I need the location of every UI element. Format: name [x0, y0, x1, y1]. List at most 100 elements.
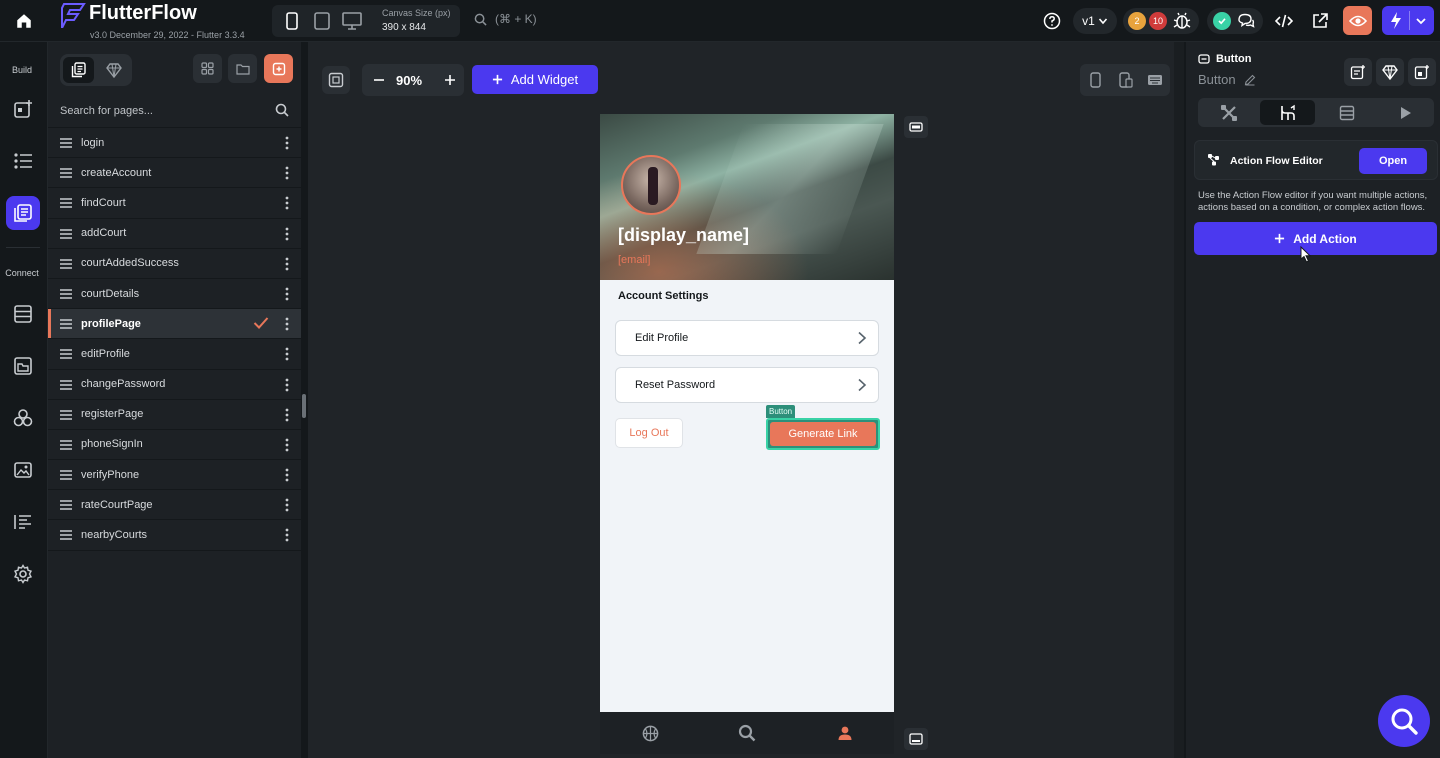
log-out-button[interactable]: Log Out [615, 418, 683, 448]
help-button[interactable] [1040, 9, 1064, 33]
split-view-icon[interactable] [1117, 71, 1135, 89]
widget-tree-button[interactable] [6, 92, 40, 126]
version-select[interactable]: v1 [1073, 8, 1117, 34]
drag-handle-icon[interactable] [59, 470, 73, 480]
more-options-icon[interactable] [285, 498, 289, 512]
bottom-bar-toggle[interactable] [904, 728, 928, 750]
tab-properties[interactable] [1201, 100, 1256, 125]
page-item[interactable]: createAccount [48, 158, 301, 189]
desktop-device-icon[interactable] [342, 11, 362, 31]
fit-to-screen-button[interactable] [322, 66, 350, 94]
page-item[interactable]: courtDetails [48, 279, 301, 310]
phone-device-icon[interactable] [282, 11, 302, 31]
more-options-icon[interactable] [285, 257, 289, 271]
canvas-size-value[interactable]: 390 x 844 [382, 22, 426, 33]
drag-handle-icon[interactable] [59, 530, 73, 541]
page-item[interactable]: nearbyCourts [48, 520, 301, 551]
drag-handle-icon[interactable] [59, 138, 73, 148]
drag-handle-icon[interactable] [59, 168, 73, 178]
tab-actions[interactable] [1260, 100, 1315, 125]
collaboration-status[interactable] [1207, 8, 1263, 34]
tab-pages[interactable] [63, 57, 94, 83]
tab-components[interactable] [98, 57, 129, 83]
media-assets-button[interactable] [6, 453, 40, 487]
issues-indicator[interactable]: 2 10 [1123, 8, 1199, 34]
reset-password-card[interactable]: Reset Password [615, 367, 879, 403]
page-item[interactable]: verifyPhone [48, 460, 301, 491]
more-options-icon[interactable] [285, 196, 289, 210]
page-item[interactable]: login [48, 128, 301, 159]
tablet-device-icon[interactable] [312, 11, 332, 31]
search-icon[interactable] [737, 723, 757, 743]
page-item[interactable]: findCourt [48, 188, 301, 219]
more-options-icon[interactable] [285, 166, 289, 180]
add-page-button[interactable] [264, 54, 293, 83]
edit-profile-card[interactable]: Edit Profile [615, 320, 879, 356]
profile-icon[interactable] [835, 723, 855, 743]
email-text[interactable]: [email] [618, 254, 650, 266]
more-options-icon[interactable] [285, 227, 289, 241]
settings-button[interactable] [6, 557, 40, 591]
generate-link-button[interactable]: Generate Link [770, 422, 876, 446]
add-to-library-button[interactable] [1344, 58, 1372, 86]
run-button[interactable] [1382, 6, 1434, 35]
theme-button[interactable] [6, 505, 40, 539]
panel-resize-handle[interactable] [302, 394, 306, 418]
keyboard-icon[interactable] [1146, 71, 1164, 89]
more-options-icon[interactable] [285, 287, 289, 301]
display-name-text[interactable]: [display_name] [618, 225, 749, 246]
storage-button[interactable] [6, 349, 40, 383]
page-item[interactable]: editProfile [48, 339, 301, 370]
basketball-icon[interactable] [640, 723, 660, 743]
search-icon[interactable] [275, 103, 289, 117]
more-options-icon[interactable] [285, 408, 289, 422]
more-options-icon[interactable] [285, 528, 289, 542]
firestore-button[interactable] [6, 297, 40, 331]
more-options-icon[interactable] [285, 438, 289, 452]
grid-view-button[interactable] [193, 54, 222, 83]
preview-button[interactable] [1343, 6, 1372, 35]
page-item[interactable]: registerPage [48, 400, 301, 430]
widget-name[interactable]: Button [1198, 72, 1256, 87]
drag-handle-icon[interactable] [59, 500, 73, 510]
widget-list-button[interactable] [6, 144, 40, 178]
drag-handle-icon[interactable] [59, 198, 73, 209]
page-item[interactable]: addCourt [48, 219, 301, 249]
page-item[interactable]: courtAddedSuccess [48, 249, 301, 279]
more-options-icon[interactable] [285, 468, 289, 482]
help-search-button[interactable] [1378, 695, 1430, 747]
more-options-icon[interactable] [285, 378, 289, 392]
drag-handle-icon[interactable] [59, 228, 73, 239]
zoom-in-button[interactable] [440, 70, 460, 90]
more-options-icon[interactable] [285, 136, 289, 150]
drag-handle-icon[interactable] [59, 409, 73, 420]
account-settings-title[interactable]: Account Settings [618, 290, 708, 302]
page-item[interactable]: profilePage [48, 309, 301, 340]
page-item[interactable]: rateCourtPage [48, 490, 301, 521]
integrations-button[interactable] [6, 401, 40, 435]
command-search[interactable]: (⌘ + K) [474, 12, 537, 26]
pages-button[interactable] [6, 196, 40, 230]
add-widget-button[interactable]: Add Widget [472, 65, 598, 94]
phone-view-icon[interactable] [1086, 71, 1104, 89]
share-button[interactable] [1308, 9, 1332, 33]
more-options-icon[interactable] [285, 347, 289, 361]
drag-handle-icon[interactable] [59, 319, 73, 329]
add-action-button[interactable]: Add Action [1194, 222, 1437, 255]
home-button[interactable] [0, 0, 48, 42]
selected-widget-outline[interactable]: Generate Link [766, 418, 880, 450]
page-item[interactable]: phoneSignIn [48, 430, 301, 461]
profile-header[interactable]: [display_name] [email] [600, 114, 894, 280]
drag-handle-icon[interactable] [59, 379, 73, 390]
drag-handle-icon[interactable] [59, 289, 73, 299]
page-search-input[interactable] [60, 100, 260, 122]
add-folder-button[interactable] [228, 54, 257, 83]
edit-icon[interactable] [1244, 74, 1256, 86]
convert-to-component-button[interactable] [1376, 58, 1404, 86]
page-item[interactable]: changePassword [48, 370, 301, 400]
open-action-flow-button[interactable]: Open [1359, 148, 1427, 174]
zoom-out-button[interactable] [369, 70, 389, 90]
tab-backend-query[interactable] [1319, 100, 1374, 125]
more-options-icon[interactable] [285, 317, 289, 331]
wrap-widget-button[interactable] [1408, 58, 1436, 86]
